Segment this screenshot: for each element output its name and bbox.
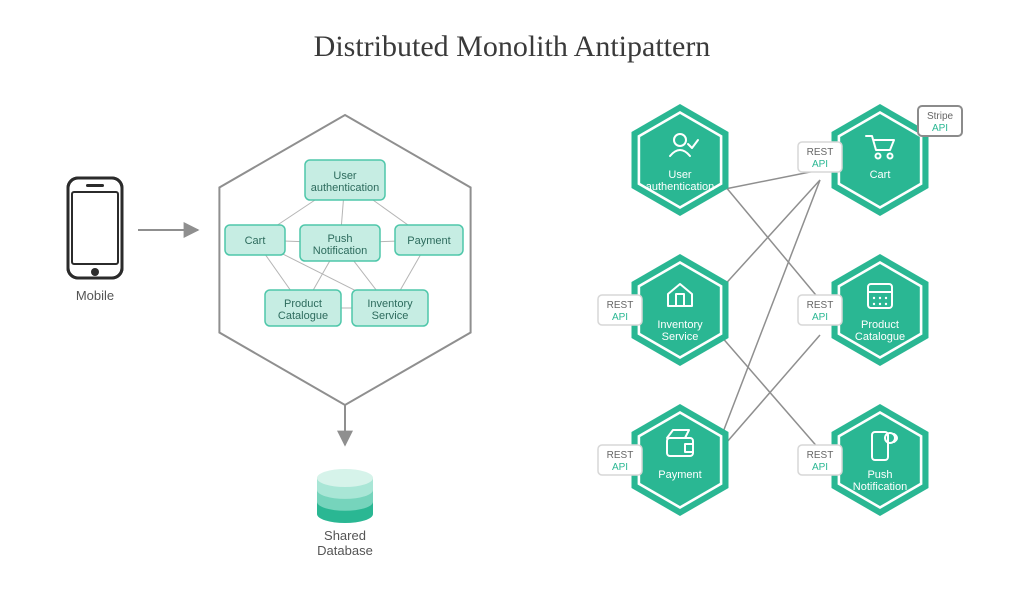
module-label: ProductCatalogue	[278, 298, 328, 322]
rest-api-badge-catalogue: RESTAPI	[798, 295, 842, 325]
service-label: InventoryService	[657, 319, 703, 343]
service-label: ProductCatalogue	[855, 319, 905, 343]
rest-api-badge-cart: RESTAPI	[798, 142, 842, 172]
svg-text:API: API	[812, 312, 828, 323]
svg-text:REST: REST	[807, 147, 834, 158]
svg-text:REST: REST	[607, 300, 634, 311]
svg-text:API: API	[612, 462, 628, 473]
monolith-panel: Userauthentication Cart PushNotification Pa…	[68, 115, 471, 523]
module-user_auth: Userauthentication	[305, 160, 385, 200]
shared-database-icon	[317, 469, 373, 523]
module-inventory: InventoryService	[352, 290, 428, 326]
service-label: Payment	[658, 469, 701, 481]
module-label: Payment	[407, 235, 450, 247]
service-payment: Payment	[632, 404, 729, 516]
svg-text:API: API	[812, 159, 828, 170]
module-payment: Payment	[395, 225, 463, 255]
module-label: InventoryService	[367, 298, 413, 322]
svg-text:REST: REST	[807, 300, 834, 311]
svg-text:REST: REST	[807, 450, 834, 461]
module-catalogue: ProductCatalogue	[265, 290, 341, 326]
module-label: Cart	[245, 235, 266, 247]
stripe-api-badge: StripeAPI	[918, 106, 962, 136]
svg-text:API: API	[812, 462, 828, 473]
rest-api-badge-inventory: RESTAPI	[598, 295, 642, 325]
svg-text:REST: REST	[607, 450, 634, 461]
module-cart: Cart	[225, 225, 285, 255]
svg-text:API: API	[932, 123, 948, 134]
rest-api-badge-push: RESTAPI	[798, 445, 842, 475]
service-label: Cart	[870, 169, 891, 181]
svg-text:API: API	[612, 312, 628, 323]
service-user_auth: Userauthentication	[632, 104, 729, 216]
rest-api-badge-payment: RESTAPI	[598, 445, 642, 475]
db-label: SharedDatabase	[317, 528, 373, 558]
svg-text:Stripe: Stripe	[927, 111, 954, 122]
page-title: Distributed Monolith Antipattern	[314, 30, 711, 63]
mobile-icon	[68, 178, 122, 278]
service-catalogue: ProductCatalogue	[832, 254, 929, 366]
service-cart: Cart	[832, 104, 929, 216]
service-push: PushNotification	[832, 404, 929, 516]
microservices-panel: Userauthentication Cart InventoryService Pr…	[598, 104, 962, 516]
mobile-label: Mobile	[76, 288, 114, 303]
service-inventory: InventoryService	[632, 254, 729, 366]
module-push: PushNotification	[300, 225, 380, 261]
